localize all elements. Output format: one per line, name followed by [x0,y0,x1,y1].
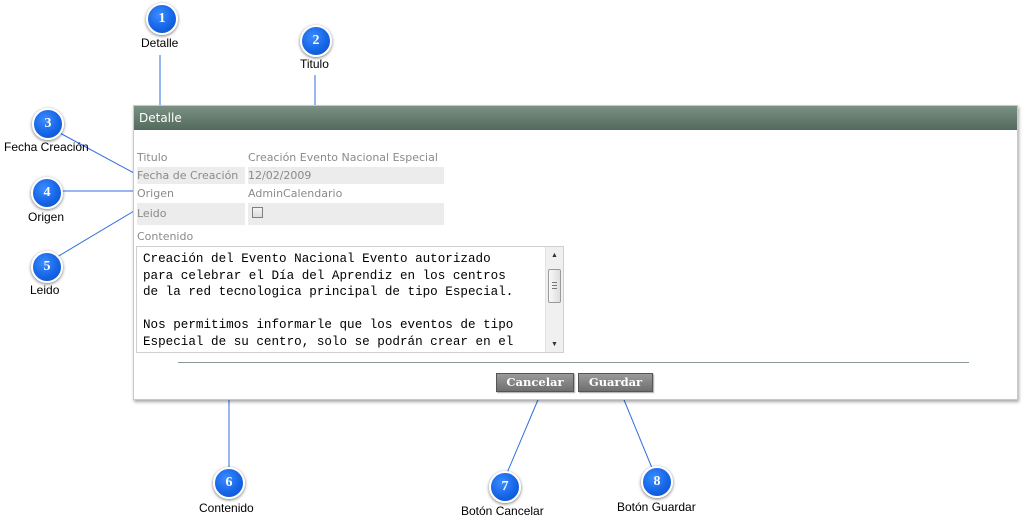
callout-badge-7: 7 [489,471,521,503]
callout-label-contenido: Contenido [199,501,254,515]
scroll-up-arrow-icon[interactable]: ▲ [546,248,563,262]
field-label-origen: Origen [137,187,174,200]
field-label-leido: Leido [137,203,245,225]
field-label-contenido: Contenido [137,230,194,243]
field-label-fecha-creacion: Fecha de Creación [137,167,245,184]
textarea-scrollbar[interactable]: ▲ ▼ [545,247,563,352]
contenido-textarea[interactable]: Creación del Evento Nacional Evento auto… [136,246,564,353]
scrollbar-grip-line [552,285,557,286]
cancel-button[interactable]: Cancelar [496,373,574,392]
scroll-down-arrow-icon[interactable]: ▼ [546,337,563,351]
field-value-fecha-creacion: 12/02/2009 [248,167,444,184]
callout-badge-8: 8 [641,466,673,498]
callout-label-boton-guardar: Botón Guardar [617,500,696,514]
callout-badge-3: 3 [32,108,64,140]
contenido-text-area[interactable]: Creación del Evento Nacional Evento auto… [137,247,545,352]
field-value-leido [248,203,444,225]
panel-divider [178,362,969,363]
contenido-text: Creación del Evento Nacional Evento auto… [143,252,514,349]
callout-label-titulo: Titulo [300,57,329,71]
callout-badge-4: 4 [31,177,63,209]
callout-badge-2: 2 [300,25,332,57]
callout-label-boton-cancelar: Botón Cancelar [461,504,544,518]
callout-badge-5: 5 [31,251,63,283]
detail-panel: Detalle Titulo Creación Evento Nacional … [133,105,1018,400]
field-value-titulo: Creación Evento Nacional Especial [248,151,438,164]
save-button[interactable]: Guardar [578,373,653,392]
callout-badge-1: 1 [146,3,178,35]
callout-label-leido: Leido [30,283,60,297]
callout-badge-6: 6 [213,467,245,499]
callout-label-detalle: Detalle [141,36,179,50]
callout-label-fecha-creacion: Fecha Creación [4,140,89,154]
callout-label-origen: Origen [28,210,65,224]
field-label-titulo: Titulo [137,151,168,164]
panel-header-title: Detalle [134,106,1017,130]
scrollbar-grip-line [552,282,557,283]
scrollbar-thumb[interactable] [548,269,561,303]
leido-checkbox[interactable] [252,207,263,218]
field-value-origen: AdminCalendario [248,187,343,200]
scrollbar-grip-line [552,288,557,289]
